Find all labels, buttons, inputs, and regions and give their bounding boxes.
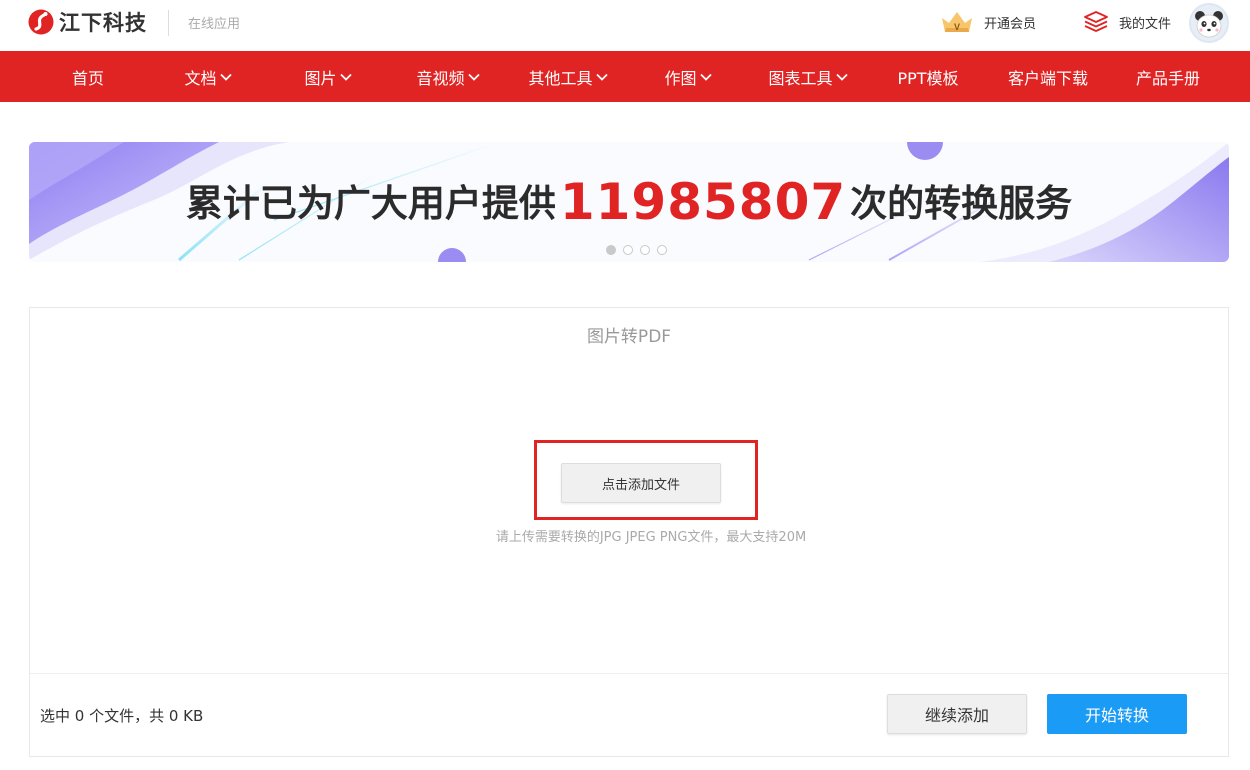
vip-label: 开通会员 [984,16,1037,32]
banner-headline: 累计已为广大用户提供11985807 次的转换服务 [29,170,1229,231]
carousel-dot[interactable] [656,245,667,255]
nav-item-product-manual[interactable]: 产品手册 [1108,51,1228,102]
brand-subtitle: 在线应用 [188,17,241,32]
banner-text-after: 次的转换服务 [850,182,1073,225]
carousel-dot[interactable] [639,245,650,255]
chevron-down-icon [595,73,608,81]
layers-icon [1084,11,1108,32]
nav-item-label: 产品手册 [1135,68,1200,88]
upload-hint: 请上传需要转换的JPG JPEG PNG文件，最大支持20M [495,530,807,545]
nav-item-images[interactable]: 图片 [268,51,388,102]
panel-divider [30,673,1228,674]
carousel-dot[interactable] [622,245,633,255]
nav-item-label: 音视频 [416,68,465,88]
nav-item-label: 文档 [184,68,217,88]
logo-divider [168,10,169,36]
start-convert-button[interactable]: 开始转换 [1047,694,1187,734]
nav-item-label: 首页 [71,68,104,88]
logo-mark-icon [28,9,54,35]
main-nav: 首页 文档 图片 音视频 其他工具 作图 图表工具 PPT模板 客户端下载 产品… [0,51,1250,102]
my-files-link[interactable]: 我的文件 [1083,0,1171,44]
nav-item-home[interactable]: 首页 [28,51,148,102]
top-header: 江下科技 在线应用 V 开通会员 我的文件 [0,0,1250,51]
brand-logo[interactable]: 江下科技 [28,6,147,38]
user-avatar[interactable] [1189,3,1229,43]
banner-text-before: 累计已为广大用户提供 [185,182,556,225]
promo-banner[interactable]: 累计已为广大用户提供11985807 次的转换服务 [29,142,1229,262]
converter-title: 图片转PDF [586,327,672,347]
panda-avatar-icon [1191,5,1227,41]
add-file-button[interactable]: 点击添加文件 [561,463,721,503]
banner-count: 11985807 [559,173,847,231]
nav-item-drawing[interactable]: 作图 [628,51,748,102]
chevron-down-icon [339,73,352,81]
nav-item-label: 其他工具 [528,68,593,88]
file-count-status: 选中 0 个文件，共 0 KB [40,707,204,725]
svg-text:V: V [954,22,960,32]
my-files-label: 我的文件 [1119,16,1172,32]
nav-item-label: 客户端下载 [1007,68,1088,88]
carousel-dots [29,245,1229,255]
nav-item-client-download[interactable]: 客户端下载 [988,51,1108,102]
continue-add-button[interactable]: 继续添加 [887,694,1027,734]
nav-item-other-tools[interactable]: 其他工具 [508,51,628,102]
nav-item-label: 图片 [304,68,337,88]
nav-item-label: 作图 [664,68,697,88]
crown-icon: V [942,12,972,32]
nav-item-label: PPT模板 [897,68,959,88]
carousel-dot[interactable] [605,245,616,255]
vip-link[interactable]: V 开通会员 [940,0,1036,44]
nav-item-chart-tools[interactable]: 图表工具 [748,51,868,102]
chevron-down-icon [699,73,712,81]
converter-panel: 图片转PDF 点击添加文件 请上传需要转换的JPG JPEG PNG文件，最大支… [29,307,1229,757]
brand-name: 江下科技 [59,11,147,35]
chevron-down-icon [219,73,232,81]
nav-item-documents[interactable]: 文档 [148,51,268,102]
nav-item-label: 图表工具 [768,68,833,88]
nav-item-ppt-templates[interactable]: PPT模板 [868,51,988,102]
chevron-down-icon [467,73,480,81]
nav-item-audio-video[interactable]: 音视频 [388,51,508,102]
chevron-down-icon [835,73,848,81]
